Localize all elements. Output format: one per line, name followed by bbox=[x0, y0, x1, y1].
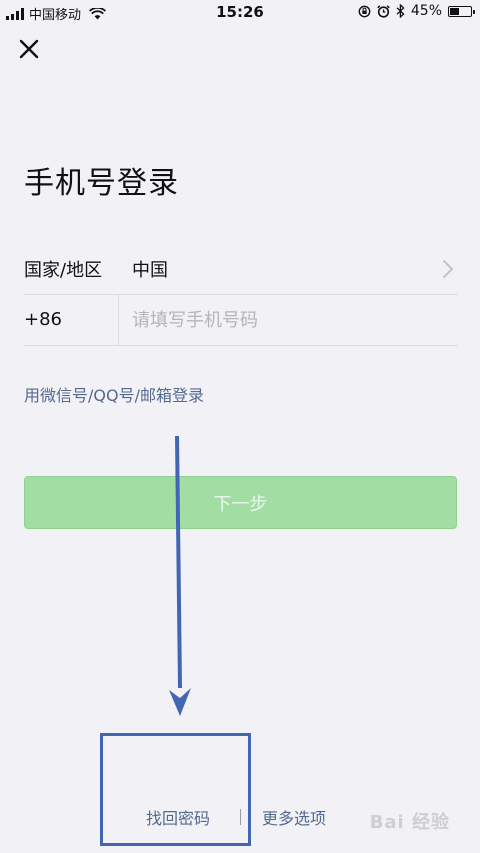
country-code[interactable]: +86 bbox=[24, 295, 119, 345]
phone-row: +86 bbox=[24, 295, 458, 346]
battery-icon bbox=[448, 5, 475, 17]
region-value: 中国 bbox=[132, 260, 168, 281]
close-icon[interactable] bbox=[16, 36, 42, 62]
rotation-lock-icon bbox=[358, 5, 371, 17]
phone-input[interactable] bbox=[119, 296, 458, 344]
page-title: 手机号登录 bbox=[24, 166, 179, 201]
region-selector[interactable]: 国家/地区 中国 bbox=[24, 244, 458, 295]
link-divider bbox=[240, 809, 241, 825]
battery-level bbox=[450, 7, 459, 15]
next-step-button[interactable]: 下一步 bbox=[24, 476, 457, 529]
watermark: Bai 经验 bbox=[369, 812, 450, 833]
alarm-icon bbox=[377, 4, 390, 18]
region-label: 国家/地区 bbox=[24, 260, 103, 281]
alt-login-link[interactable]: 用微信号/QQ号/邮箱登录 bbox=[24, 382, 204, 406]
bluetooth-icon bbox=[396, 4, 405, 18]
annotation-highlight-box bbox=[100, 733, 251, 846]
chevron-right-icon bbox=[443, 260, 453, 278]
recover-password-link[interactable]: 找回密码 bbox=[146, 805, 210, 829]
more-options-link[interactable]: 更多选项 bbox=[262, 805, 326, 829]
status-right: 45% bbox=[358, 3, 475, 19]
status-bar: 中国移动 15:26 45% bbox=[0, 0, 480, 26]
battery-percent: 45% bbox=[410, 3, 442, 19]
